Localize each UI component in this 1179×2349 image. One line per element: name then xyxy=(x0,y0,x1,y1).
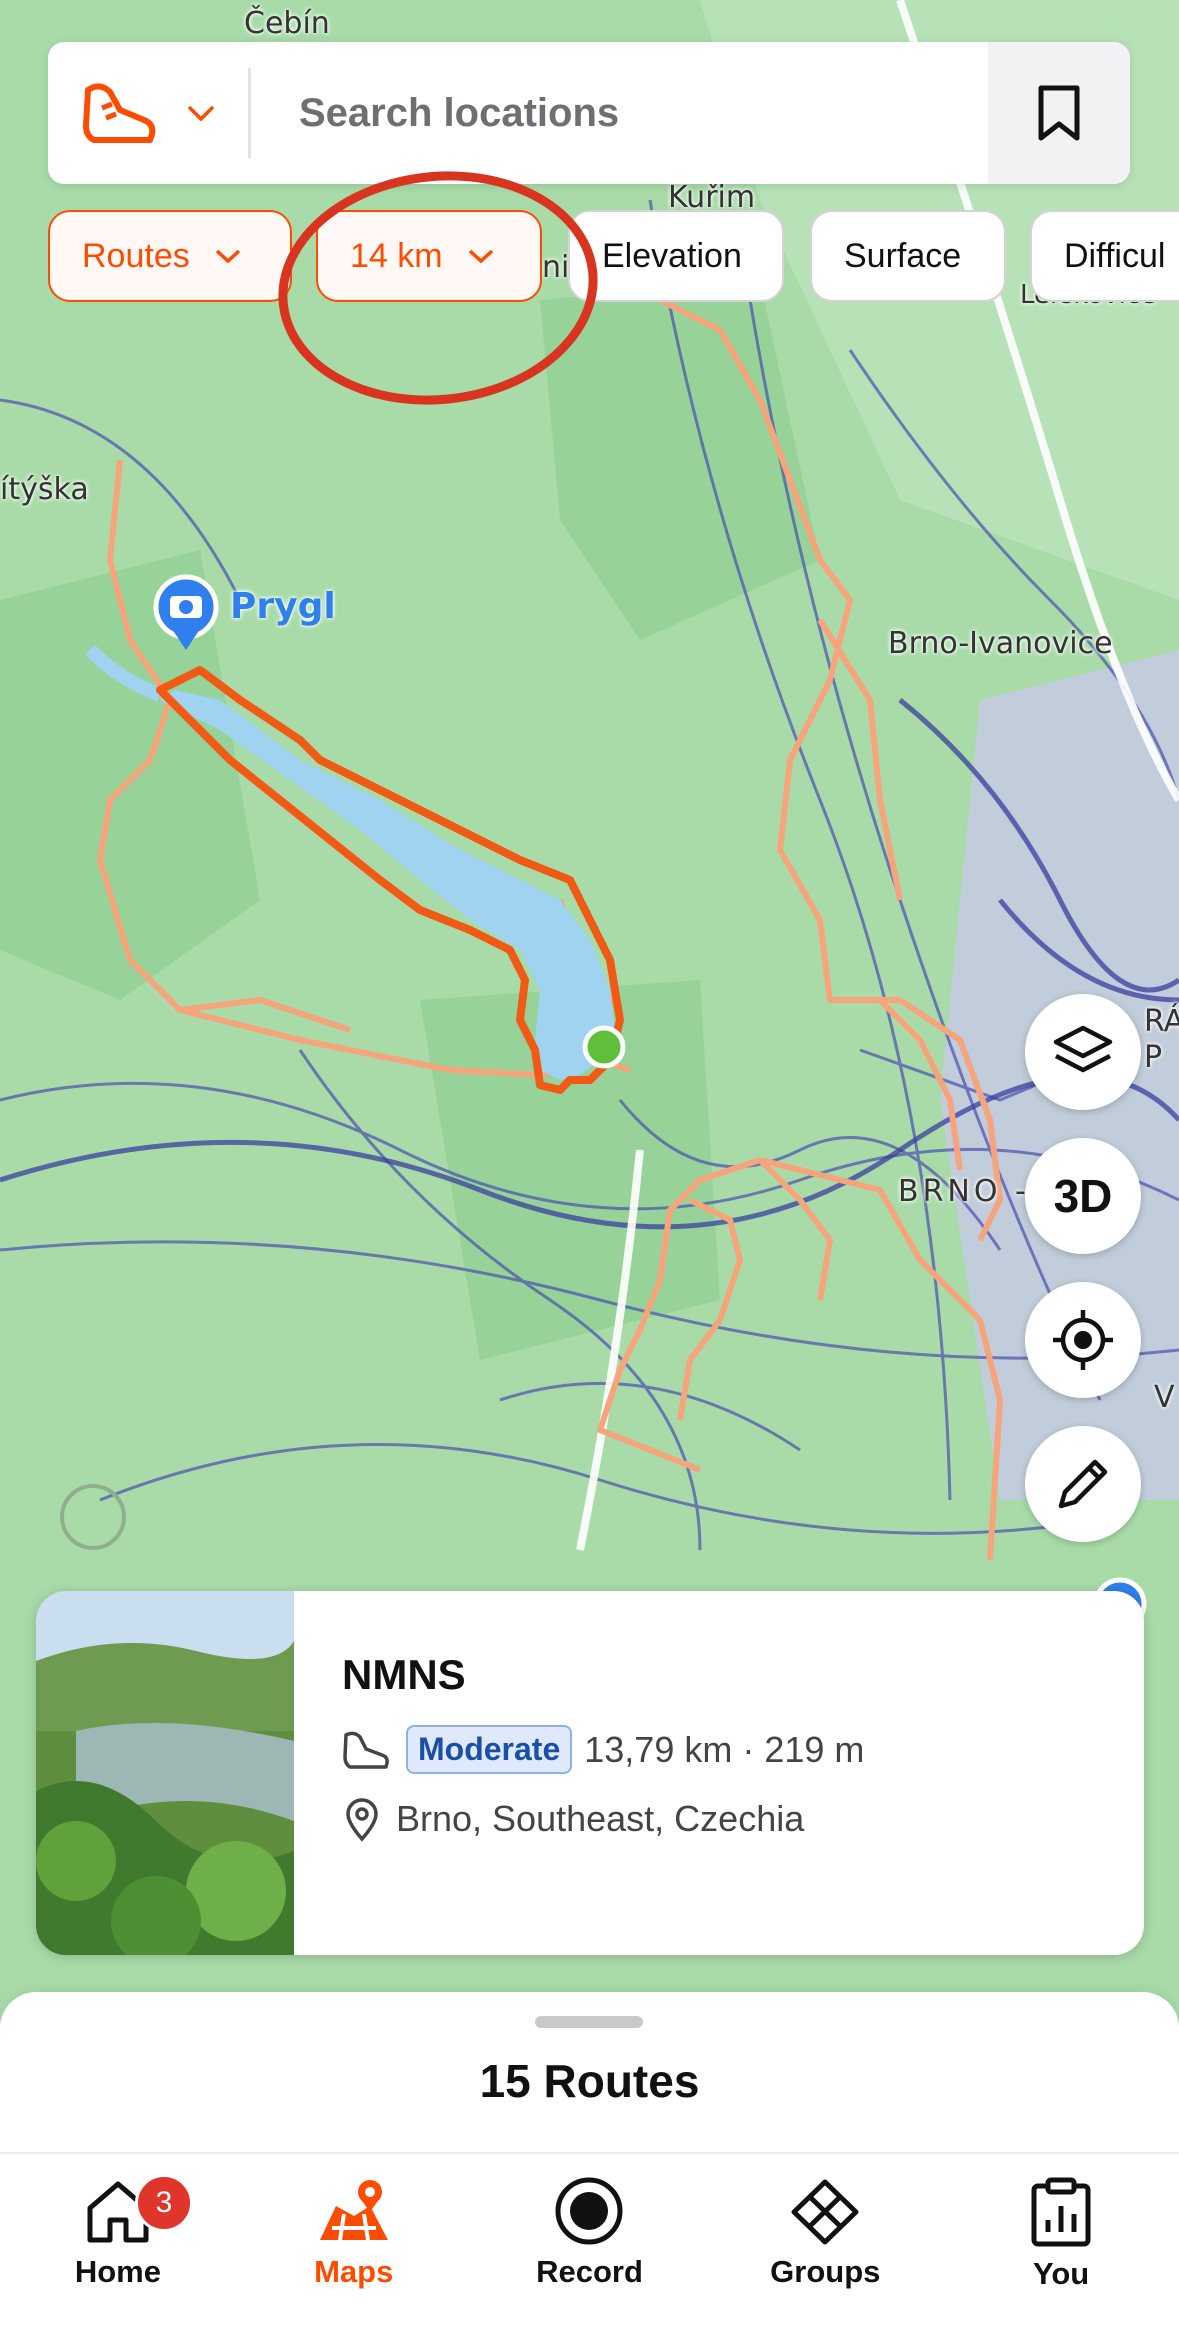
clipboard-chart-icon xyxy=(1031,2177,1091,2247)
map-info-button[interactable] xyxy=(60,1484,126,1550)
map-layers-button[interactable] xyxy=(1025,994,1141,1110)
nav-maps[interactable]: Maps xyxy=(236,2154,472,2349)
map-label-cebin: Čebín xyxy=(244,6,330,41)
difficulty-badge: Moderate xyxy=(406,1725,573,1774)
map-label-p: P xyxy=(1144,1040,1163,1075)
shoe-icon xyxy=(343,1731,389,1769)
routes-bottom-sheet[interactable]: 15 Routes xyxy=(0,1992,1179,2152)
pencil-icon xyxy=(1058,1459,1108,1509)
nav-home-label: Home xyxy=(74,2254,161,2289)
filter-chip-routes[interactable]: Routes xyxy=(48,210,292,302)
route-photo xyxy=(36,1591,294,1955)
chevron-down-icon xyxy=(187,105,215,122)
filter-chip-surface-label: Surface xyxy=(844,236,962,275)
poi-label[interactable]: Prygl xyxy=(230,586,336,627)
route-location-row: Brno, Southeast, Czechia xyxy=(342,1796,864,1842)
route-card[interactable]: NMNS Moderate 13,79 km · 219 m Brno, Sou… xyxy=(36,1591,1144,1955)
sport-type-selector[interactable] xyxy=(48,42,248,184)
layers-icon xyxy=(1053,1025,1113,1073)
route-stats: 13,79 km · 219 m xyxy=(584,1728,865,1770)
bookmark-icon xyxy=(1038,85,1080,141)
3d-toggle-button[interactable]: 3D xyxy=(1025,1138,1141,1254)
nav-maps-label: Maps xyxy=(314,2254,394,2289)
map-label-brno-ivanovice: Brno-Ivanovice xyxy=(888,626,1113,661)
nav-groups-label: Groups xyxy=(770,2254,881,2289)
search-bar: Search locations xyxy=(48,42,1130,184)
crosshair-icon xyxy=(1053,1310,1113,1370)
nav-record-label: Record xyxy=(536,2254,643,2289)
home-notification-badge: 3 xyxy=(135,2174,193,2232)
chevron-down-icon xyxy=(215,249,240,264)
shoe-icon xyxy=(83,83,156,143)
location-pin-icon xyxy=(346,1798,378,1842)
nav-record[interactable]: Record xyxy=(472,2154,708,2349)
map-pin-icon xyxy=(319,2180,388,2241)
nav-home[interactable]: 3 Home xyxy=(0,2154,236,2349)
routes-count-title: 15 Routes xyxy=(479,2055,700,2107)
map-label-vityska: ítýška xyxy=(0,472,89,507)
route-stats-row: Moderate 13,79 km · 219 m xyxy=(342,1725,864,1774)
bookmark-button[interactable] xyxy=(988,42,1130,184)
record-icon xyxy=(555,2177,623,2245)
sheet-drag-handle[interactable] xyxy=(535,2016,643,2028)
search-input[interactable]: Search locations xyxy=(251,91,988,136)
filter-chip-difficulty-label: Difficul xyxy=(1064,236,1166,275)
filter-chip-surface[interactable]: Surface xyxy=(810,210,1006,302)
nav-you[interactable]: You xyxy=(943,2154,1179,2349)
groups-icon xyxy=(791,2179,859,2245)
nav-you-label: You xyxy=(1032,2256,1090,2291)
map-label-ra: RÁ xyxy=(1144,1004,1179,1039)
route-location: Brno, Southeast, Czechia xyxy=(396,1798,805,1839)
filter-chip-routes-label: Routes xyxy=(82,236,190,275)
nav-groups[interactable]: Groups xyxy=(707,2154,943,2349)
draw-route-button[interactable] xyxy=(1025,1426,1141,1542)
locate-me-button[interactable] xyxy=(1025,1282,1141,1398)
filter-chip-difficulty[interactable]: Difficul xyxy=(1030,210,1179,302)
filter-chip-elevation-label: Elevation xyxy=(602,236,742,275)
bottom-nav: 3 Home Maps Record Groups You xyxy=(0,2152,1179,2349)
route-title: NMNS xyxy=(342,1651,466,1698)
map-label-v: V xyxy=(1154,1380,1175,1415)
filter-chip-elevation[interactable]: Elevation xyxy=(568,210,784,302)
